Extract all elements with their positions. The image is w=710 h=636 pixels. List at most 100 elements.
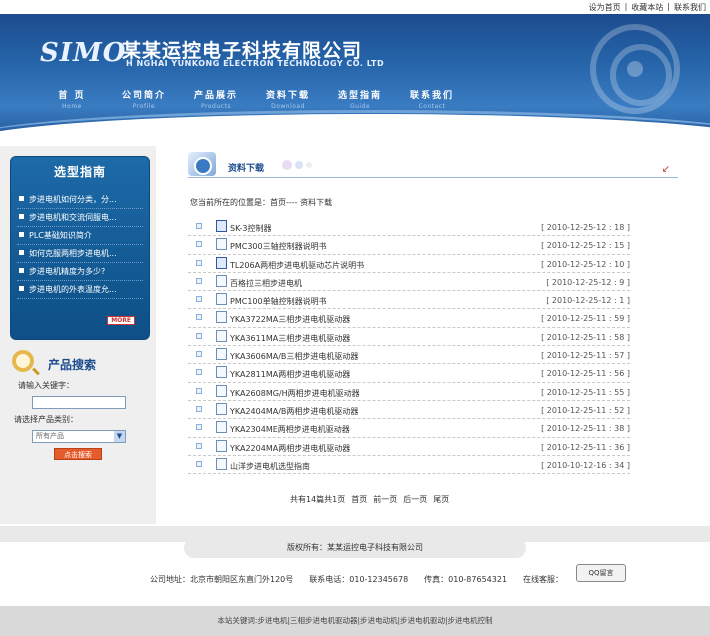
bullet-icon (19, 232, 24, 237)
bullet-icon (19, 268, 24, 273)
main-content: 资料下载 ↙ 您当前所在的位置是：首页---- 资料下载 SK-3控制器 [ 20… (156, 146, 710, 524)
file-date: [ 2010-12-25-12 : 10 ] (541, 259, 630, 269)
file-date: [ 2010-12-25-12 : 18 ] (541, 223, 630, 232)
bullet-icon (196, 460, 202, 467)
list-item: YKA2608MG/H两相步进电机驱动器 [ 2010-12-25-11 : 55… (188, 383, 630, 401)
nav-sublabel: Profile (132, 103, 156, 110)
file-link[interactable]: YKA3722MA三相步进电机驱动器 (230, 314, 350, 325)
file-link[interactable]: 山洋步进电机选型指南 (230, 461, 310, 472)
pdf-file-icon (216, 421, 227, 434)
bullet-icon (19, 196, 24, 201)
site-footer: 版权所有：某某运控电子科技有限公司 公司地址：北京市朝阳区东直门外120号 联系… (0, 524, 710, 636)
separator: | (624, 2, 628, 11)
nav-label: 选型指南 (337, 91, 382, 101)
site-header: SIMO 某某运控电子科技有限公司 H NGHAI YUNKONG ELECTR… (0, 14, 710, 146)
copyright: 版权所有：某某运控电子科技有限公司 (184, 538, 526, 558)
guide-item[interactable]: 步进电机精度为多少? (17, 263, 143, 281)
bullet-icon (196, 424, 202, 431)
category-select-value: 所有产品 (36, 432, 64, 440)
nav-sublabel: Home (62, 103, 82, 110)
file-link[interactable]: PMC100单轴控制器说明书 (230, 296, 327, 307)
file-link[interactable]: YKA3606MA/B三相步进电机驱动器 (230, 351, 358, 362)
guide-item[interactable]: 步进电机的外表温度允... (17, 281, 143, 299)
decorative-rings (590, 24, 680, 114)
contact-us-link[interactable]: 联系我们 (674, 2, 706, 13)
file-link[interactable]: 百格拉三相步进电机 (230, 278, 302, 289)
nav-sublabel: Guide (349, 103, 371, 110)
guide-item[interactable]: 如何克服两相步进电机... (17, 245, 143, 263)
guide-item-label: 步进电机的外表温度允... (29, 285, 117, 294)
bullet-icon (196, 223, 202, 229)
nav-sublabel: Contact (418, 103, 446, 110)
bullet-icon (196, 332, 202, 339)
file-link[interactable]: YKA2204MA两相步进电机驱动器 (230, 443, 350, 454)
file-date: [ 2010-12-25-11 : 59 ] (541, 314, 630, 324)
site-logo[interactable]: SIMO (40, 38, 126, 68)
nav-label: 资料下载 (265, 91, 310, 101)
nav-sublabel: Products (201, 103, 231, 110)
nav-download[interactable]: 资料下载 Download (252, 88, 324, 110)
first-page-link[interactable]: 首页 (351, 494, 367, 505)
qq-message-button[interactable]: QQ留言 (576, 564, 626, 582)
top-links: 设为首页 | 收藏本站 | 联系我们 (589, 2, 706, 13)
file-link[interactable]: TL206A两相步进电机驱动芯片说明书 (230, 260, 364, 271)
separator: | (667, 2, 670, 11)
guide-item-label: PLC基础知识简介 (29, 231, 92, 240)
keyword-input[interactable] (32, 396, 126, 409)
bullet-icon (196, 387, 202, 394)
pagination: 共有14篇共1页 首页 前一页 后一页 尾页 (290, 494, 449, 505)
pdf-file-icon (216, 384, 227, 397)
file-date: [ 2010-12-25-12 : 1 ] (546, 296, 630, 306)
list-item: YKA2204MA两相步进电机驱动器 [ 2010-12-25-11 : 36 ] (188, 438, 630, 456)
category-label: 请选择产品类别： (14, 415, 78, 424)
list-item: YKA2404MA/B两相步进电机驱动器 [ 2010-12-25-11 : 52… (188, 401, 630, 420)
file-date: [ 2010-12-25-11 : 55 ] (541, 387, 630, 397)
address: 公司地址：北京市朝阳区东直门外120号 (150, 575, 294, 584)
list-item: YKA2304ME两相步进电机驱动器 [ 2010-12-25-11 : 38 ] (188, 419, 630, 438)
list-item: PMC300三轴控制器说明书 [ 2010-12-25-12 : 15 ] (188, 236, 630, 255)
next-page-link[interactable]: 后一页 (403, 494, 427, 505)
download-list: SK-3控制器 [ 2010-12-25-12 : 18 ] PMC300三轴控制… (188, 218, 630, 475)
nav-home[interactable]: 首 页 Home (36, 88, 108, 110)
set-homepage-link[interactable]: 设为首页 (589, 2, 621, 13)
guide-panel: 选型指南 步进电机如何分类，分... 步进电机和交流伺服电... PLC基础知识… (10, 156, 150, 340)
list-item: YKA3611MA三相步进电机驱动器 [ 2010-12-25-11 : 58 ] (188, 328, 630, 347)
bullet-icon (196, 442, 202, 449)
nav-guide[interactable]: 选型指南 Guide (324, 88, 396, 110)
bookmark-link[interactable]: 收藏本站 (631, 2, 663, 13)
file-date: [ 2010-12-25-11 : 57 ] (541, 351, 630, 361)
file-link[interactable]: YKA2608MG/H两相步进电机驱动器 (230, 388, 360, 399)
contact-info: 公司地址：北京市朝阳区东直门外120号 联系电话：010-12345678 传真… (150, 574, 563, 585)
left-sidebar: 选型指南 步进电机如何分类，分... 步进电机和交流伺服电... PLC基础知识… (0, 146, 156, 524)
file-link[interactable]: PMC300三轴控制器说明书 (230, 241, 327, 252)
pdf-file-icon (216, 274, 227, 287)
file-link[interactable]: SK-3控制器 (230, 223, 271, 234)
pdf-file-icon (216, 311, 227, 324)
bullet-icon (196, 351, 202, 358)
file-link[interactable]: YKA2304ME两相步进电机驱动器 (230, 424, 350, 435)
last-page-link[interactable]: 尾页 (433, 494, 449, 505)
nav-label: 联系我们 (409, 91, 454, 101)
nav-contact[interactable]: 联系我们 Contact (396, 88, 468, 110)
nav-profile[interactable]: 公司简介 Profile (108, 88, 180, 110)
file-link[interactable]: YKA3611MA三相步进电机驱动器 (230, 333, 350, 344)
prev-page-link[interactable]: 前一页 (373, 494, 397, 505)
guide-item[interactable]: PLC基础知识简介 (17, 227, 143, 245)
pagination-summary: 共有14篇共1页 (290, 495, 346, 504)
file-link[interactable]: YKA2404MA/B两相步进电机驱动器 (230, 406, 358, 417)
guide-item[interactable]: 步进电机和交流伺服电... (17, 209, 143, 227)
search-title: 产品搜索 (48, 358, 97, 372)
bullet-icon (19, 286, 24, 291)
list-item: PMC100单轴控制器说明书 [ 2010-12-25-12 : 1 ] (188, 291, 630, 310)
bullet-icon (19, 250, 24, 255)
fax: 传真：010-87654321 (424, 575, 508, 584)
more-button[interactable]: MORE (107, 316, 135, 325)
nav-products[interactable]: 产品展示 Products (180, 88, 252, 110)
bullet-icon (196, 405, 202, 412)
guide-item[interactable]: 步进电机如何分类，分... (17, 191, 143, 209)
file-link[interactable]: YKA2811MA两相步进电机驱动器 (230, 369, 350, 380)
category-select[interactable]: 所有产品 ▼ (32, 430, 126, 443)
guide-item-label: 步进电机如何分类，分... (29, 195, 117, 204)
file-date: [ 2010-12-25-11 : 52 ] (541, 405, 630, 415)
search-button[interactable]: 点击搜索 (54, 448, 102, 460)
